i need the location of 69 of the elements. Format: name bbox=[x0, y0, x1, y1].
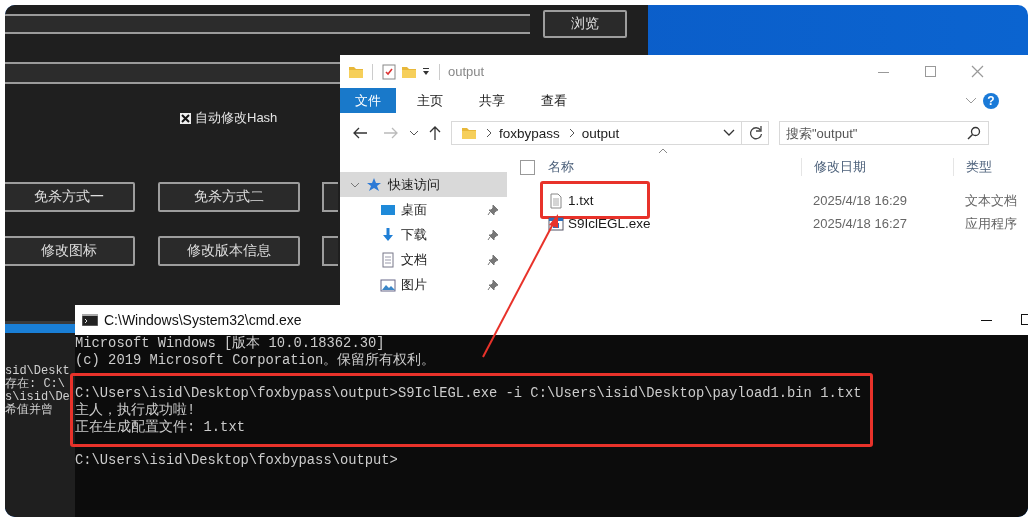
document-icon bbox=[380, 251, 396, 268]
file-type: 应用程序 bbox=[964, 214, 1018, 233]
file-date: 2025/4/18 16:27 bbox=[812, 216, 908, 231]
ribbon-tab[interactable]: 主页 bbox=[402, 88, 458, 113]
console-line: Microsoft Windows [版本 10.0.18362.30] bbox=[75, 335, 386, 352]
ribbon-tab[interactable]: 文件 bbox=[340, 88, 396, 113]
nav-item[interactable]: 文档 bbox=[340, 247, 507, 272]
ribbon-tab[interactable]: 查看 bbox=[526, 88, 582, 113]
button-edge bbox=[322, 182, 338, 212]
breadcrumb-item[interactable]: output bbox=[581, 125, 620, 141]
checkbox[interactable] bbox=[520, 159, 535, 175]
console-line: 正在生成配置文件: 1.txt bbox=[75, 419, 246, 436]
log-line: 存在: C:\ bbox=[5, 378, 65, 391]
action-button[interactable]: 免杀方式一 bbox=[5, 182, 135, 212]
help-button[interactable]: ? bbox=[983, 92, 999, 109]
column-header[interactable]: 类型 bbox=[953, 158, 1028, 176]
title-bar bbox=[5, 321, 75, 333]
picture-icon bbox=[380, 276, 396, 293]
file-name[interactable]: S9IclEGL.exe bbox=[568, 216, 651, 231]
ribbon-tab[interactable]: 共享 bbox=[464, 88, 520, 113]
folder-icon bbox=[461, 125, 477, 141]
action-button[interactable]: 修改图标 bbox=[5, 236, 135, 266]
path-field[interactable] bbox=[5, 14, 530, 34]
breadcrumb-item[interactable]: foxbypass bbox=[499, 125, 560, 141]
file-date: 2025/4/18 16:29 bbox=[812, 193, 908, 208]
action-button[interactable]: 免杀方式二 bbox=[158, 182, 300, 212]
chevron-icon[interactable] bbox=[409, 129, 419, 137]
nav-item[interactable]: 桌面 bbox=[340, 197, 507, 222]
console-icon bbox=[82, 314, 98, 326]
nav-item[interactable]: 快速访问 bbox=[340, 172, 507, 197]
console-line: C:\Users\isid\Desktop\foxbypass\output> bbox=[75, 452, 398, 469]
search-field[interactable]: 搜索"output" bbox=[779, 121, 989, 145]
file-type: 文本文档 bbox=[964, 191, 1018, 210]
console-line: C:\Users\isid\Desktop\foxbypass\output>S9IclEGL.exe -i C:\Users\isid\Desktop\payload1.bin 1.txt bbox=[75, 385, 862, 402]
file-name[interactable]: 1.txt bbox=[568, 193, 594, 208]
nav-item[interactable]: 下载 bbox=[340, 222, 507, 247]
browse-button[interactable]: 浏览 bbox=[543, 10, 627, 38]
chevron-icon bbox=[350, 180, 360, 189]
console-line: 主人，执行成功啦! bbox=[75, 402, 197, 419]
address-bar[interactable]: foxbypass output bbox=[451, 121, 769, 145]
log-line: 希值并曾 bbox=[5, 404, 53, 417]
sort-icon bbox=[658, 148, 668, 154]
nav-label: 桌面 bbox=[401, 200, 427, 219]
text-file-icon bbox=[548, 192, 564, 209]
back-icon[interactable] bbox=[352, 126, 368, 140]
chevron-icon bbox=[485, 128, 493, 138]
refresh-icon[interactable] bbox=[748, 125, 764, 141]
column-header[interactable]: 名称 bbox=[548, 158, 801, 176]
action-button[interactable]: 修改版本信息 bbox=[158, 236, 300, 266]
checkbox[interactable] bbox=[180, 112, 191, 124]
download-icon bbox=[380, 226, 396, 243]
button-edge bbox=[322, 236, 338, 266]
up-icon[interactable] bbox=[428, 125, 442, 141]
star-icon bbox=[366, 176, 382, 193]
nav-label: 快速访问 bbox=[388, 175, 440, 194]
checklist-icon bbox=[381, 63, 397, 80]
window-title: C:\Windows\System32\cmd.exe bbox=[104, 312, 302, 328]
checkbox-label: 自动修改Hash bbox=[195, 109, 278, 127]
nav-item[interactable]: 图片 bbox=[340, 272, 507, 297]
log-line: sid\Deskt bbox=[5, 365, 70, 378]
nav-label: 下载 bbox=[401, 225, 427, 244]
console-line: (c) 2019 Microsoft Corporation。保留所有权利。 bbox=[75, 352, 436, 369]
nav-label: 图片 bbox=[401, 275, 427, 294]
chevron-icon[interactable] bbox=[723, 129, 735, 137]
nav-label: 文档 bbox=[401, 250, 427, 269]
window-title: output bbox=[448, 64, 485, 79]
chevron-icon bbox=[567, 128, 576, 138]
log-line: s\isid\De bbox=[5, 391, 70, 404]
column-header[interactable]: 修改日期 bbox=[801, 158, 953, 176]
